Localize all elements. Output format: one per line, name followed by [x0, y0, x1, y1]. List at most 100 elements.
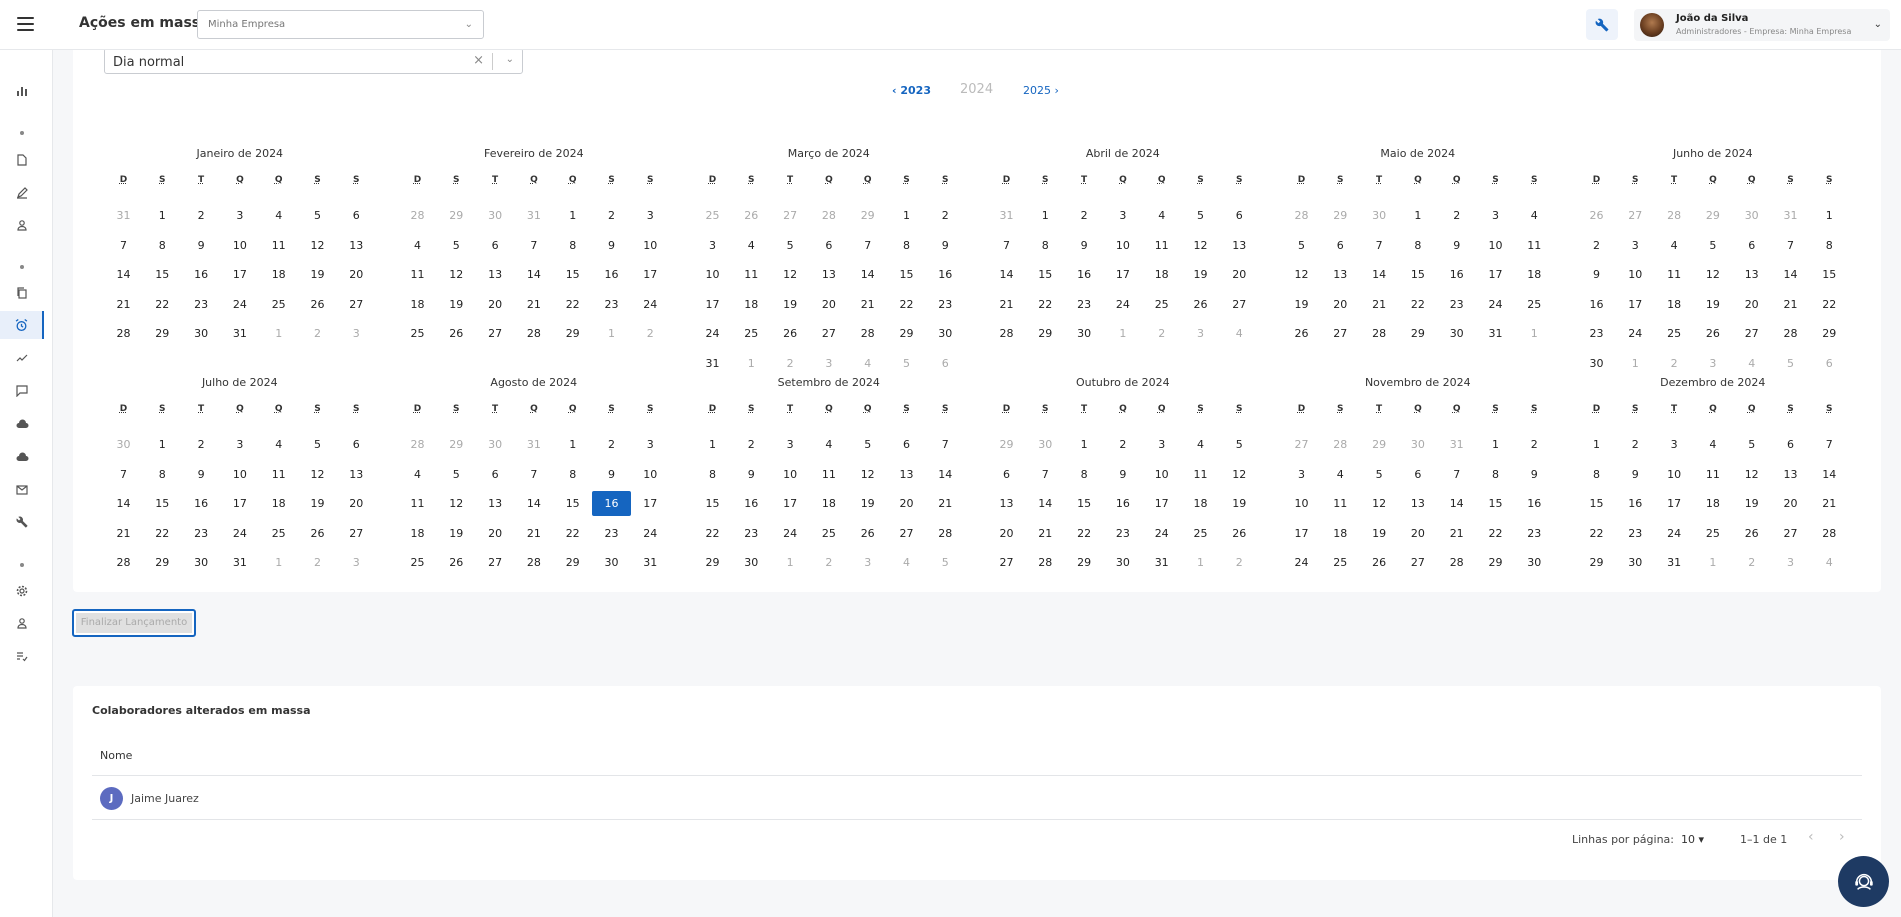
calendar-day[interactable]: 9: [926, 233, 965, 258]
calendar-day[interactable]: 14: [926, 462, 965, 487]
calendar-day[interactable]: 3: [220, 203, 259, 228]
calendar-day[interactable]: 4: [1515, 203, 1554, 228]
help-button[interactable]: [1838, 856, 1889, 907]
calendar-day[interactable]: 26: [1360, 550, 1399, 575]
calendar-day[interactable]: 18: [259, 262, 298, 287]
calendar-day[interactable]: 19: [1181, 262, 1220, 287]
calendar-day[interactable]: 11: [1142, 233, 1181, 258]
calendar-day[interactable]: 23: [1616, 521, 1655, 546]
calendar-day[interactable]: 9: [732, 462, 771, 487]
calendar-day[interactable]: 14: [1771, 262, 1810, 287]
calendar-day[interactable]: 21: [1810, 491, 1849, 516]
calendar-day[interactable]: 22: [1577, 521, 1616, 546]
calendar-day[interactable]: 20: [987, 521, 1026, 546]
calendar-day[interactable]: 10: [220, 233, 259, 258]
calendar-day[interactable]: 3: [771, 432, 810, 457]
calendar-day[interactable]: 27: [1771, 521, 1810, 546]
calendar-day[interactable]: 2: [1103, 432, 1142, 457]
calendar-day[interactable]: 16: [1616, 491, 1655, 516]
calendar-day[interactable]: 31: [220, 321, 259, 346]
calendar-day[interactable]: 6: [1220, 203, 1259, 228]
calendar-day[interactable]: 9: [1437, 233, 1476, 258]
calendar-day[interactable]: 26: [1693, 321, 1732, 346]
calendar-day[interactable]: 5: [1693, 233, 1732, 258]
calendar-day[interactable]: 11: [809, 462, 848, 487]
calendar-day[interactable]: 8: [553, 233, 592, 258]
calendar-day[interactable]: 29: [143, 550, 182, 575]
calendar-day[interactable]: 26: [437, 321, 476, 346]
calendar-day[interactable]: 22: [1398, 292, 1437, 317]
calendar-day[interactable]: 13: [337, 233, 376, 258]
calendar-day[interactable]: 14: [1437, 491, 1476, 516]
calendar-day[interactable]: 4: [1321, 462, 1360, 487]
calendar-day[interactable]: 3: [1655, 432, 1694, 457]
calendar-day[interactable]: 27: [809, 321, 848, 346]
calendar-day[interactable]: 25: [809, 521, 848, 546]
calendar-day[interactable]: 21: [987, 292, 1026, 317]
calendar-day[interactable]: 24: [771, 521, 810, 546]
calendar-day[interactable]: 10: [631, 233, 670, 258]
calendar-day[interactable]: 8: [1398, 233, 1437, 258]
calendar-day[interactable]: 3: [693, 233, 732, 258]
calendar-day[interactable]: 31: [631, 550, 670, 575]
calendar-day[interactable]: 1: [1810, 203, 1849, 228]
calendar-day[interactable]: 22: [1810, 292, 1849, 317]
calendar-day[interactable]: 1: [693, 432, 732, 457]
calendar-day[interactable]: 17: [220, 491, 259, 516]
calendar-day[interactable]: 9: [592, 462, 631, 487]
calendar-day[interactable]: 13: [1220, 233, 1259, 258]
calendar-day[interactable]: 13: [337, 462, 376, 487]
calendar-day[interactable]: 5: [437, 233, 476, 258]
calendar-day[interactable]: 4: [1142, 203, 1181, 228]
calendar-day[interactable]: 28: [1437, 550, 1476, 575]
calendar-day[interactable]: 28: [1810, 521, 1849, 546]
calendar-day[interactable]: 20: [476, 521, 515, 546]
calendar-day[interactable]: 24: [693, 321, 732, 346]
edit-icon[interactable]: [0, 179, 44, 207]
calendar-day[interactable]: 4: [809, 432, 848, 457]
calendar-day[interactable]: 7: [1771, 233, 1810, 258]
calendar-day[interactable]: 6: [1398, 462, 1437, 487]
calendar-day[interactable]: 20: [1220, 262, 1259, 287]
calendar-day[interactable]: 18: [1655, 292, 1694, 317]
copy-icon[interactable]: [0, 279, 44, 307]
calendar-day[interactable]: 15: [553, 491, 592, 516]
calendar-day[interactable]: 12: [437, 262, 476, 287]
user-icon[interactable]: [0, 609, 44, 637]
calendar-day[interactable]: 30: [926, 321, 965, 346]
calendar-day[interactable]: 28: [848, 321, 887, 346]
calendar-day[interactable]: 4: [1181, 432, 1220, 457]
calendar-day[interactable]: 20: [1398, 521, 1437, 546]
calendar-day[interactable]: 7: [514, 462, 553, 487]
calendar-day[interactable]: 5: [771, 233, 810, 258]
calendar-day[interactable]: 4: [398, 233, 437, 258]
calendar-day[interactable]: 8: [1026, 233, 1065, 258]
calendar-day[interactable]: 3: [1476, 203, 1515, 228]
finish-button[interactable]: Finalizar Lançamento: [72, 609, 196, 637]
calendar-day[interactable]: 21: [1360, 292, 1399, 317]
calendar-day[interactable]: 18: [1321, 521, 1360, 546]
calendar-day[interactable]: 23: [1577, 321, 1616, 346]
calendar-day[interactable]: 10: [1655, 462, 1694, 487]
calendar-day[interactable]: 7: [514, 233, 553, 258]
calendar-day[interactable]: 17: [631, 262, 670, 287]
calendar-day[interactable]: 23: [926, 292, 965, 317]
calendar-day[interactable]: 23: [1437, 292, 1476, 317]
calendar-day[interactable]: 30: [1437, 321, 1476, 346]
calendar-day[interactable]: 10: [1142, 462, 1181, 487]
calendar-day[interactable]: 12: [1693, 262, 1732, 287]
calendar-day[interactable]: 24: [1476, 292, 1515, 317]
calendar-day[interactable]: 10: [1282, 491, 1321, 516]
calendar-day[interactable]: 24: [1655, 521, 1694, 546]
calendar-day[interactable]: 19: [298, 262, 337, 287]
alarm-icon[interactable]: [0, 311, 44, 339]
gear-icon[interactable]: [0, 577, 44, 605]
calendar-day[interactable]: 29: [887, 321, 926, 346]
calendar-day[interactable]: 20: [337, 262, 376, 287]
calendar-day[interactable]: 30: [1515, 550, 1554, 575]
chat-icon[interactable]: [0, 377, 44, 405]
calendar-day[interactable]: 19: [848, 491, 887, 516]
calendar-day[interactable]: 17: [1282, 521, 1321, 546]
calendar-day[interactable]: 20: [476, 292, 515, 317]
calendar-day[interactable]: 23: [1065, 292, 1104, 317]
